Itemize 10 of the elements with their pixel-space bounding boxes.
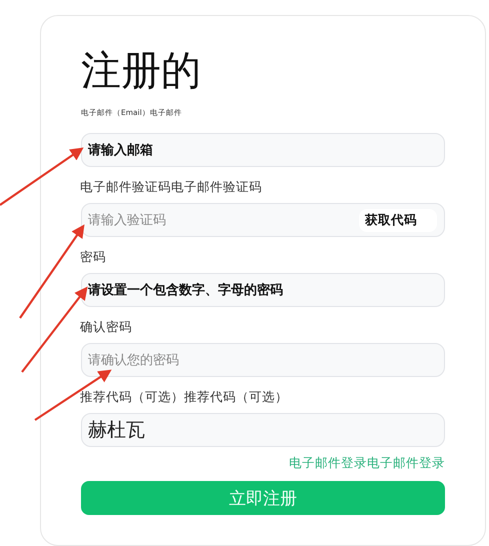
field-label: 确认密码: [80, 318, 133, 335]
field-label: 电子邮件验证码电子邮件验证码: [80, 178, 263, 195]
input-field[interactable]: 请确认您的密码: [81, 343, 445, 377]
input-field[interactable]: 赫杜瓦: [81, 413, 445, 447]
input-field[interactable]: 请设置一个包含数字、字母的密码: [81, 273, 445, 307]
input-field[interactable]: 请输入邮箱: [81, 133, 445, 167]
field-label: 密码: [80, 248, 107, 265]
page-title: 注册的: [81, 47, 201, 96]
get-code-button[interactable]: 获取代码: [359, 209, 437, 232]
field-label: 推荐代码（可选）推荐代码（可选）: [80, 388, 289, 405]
